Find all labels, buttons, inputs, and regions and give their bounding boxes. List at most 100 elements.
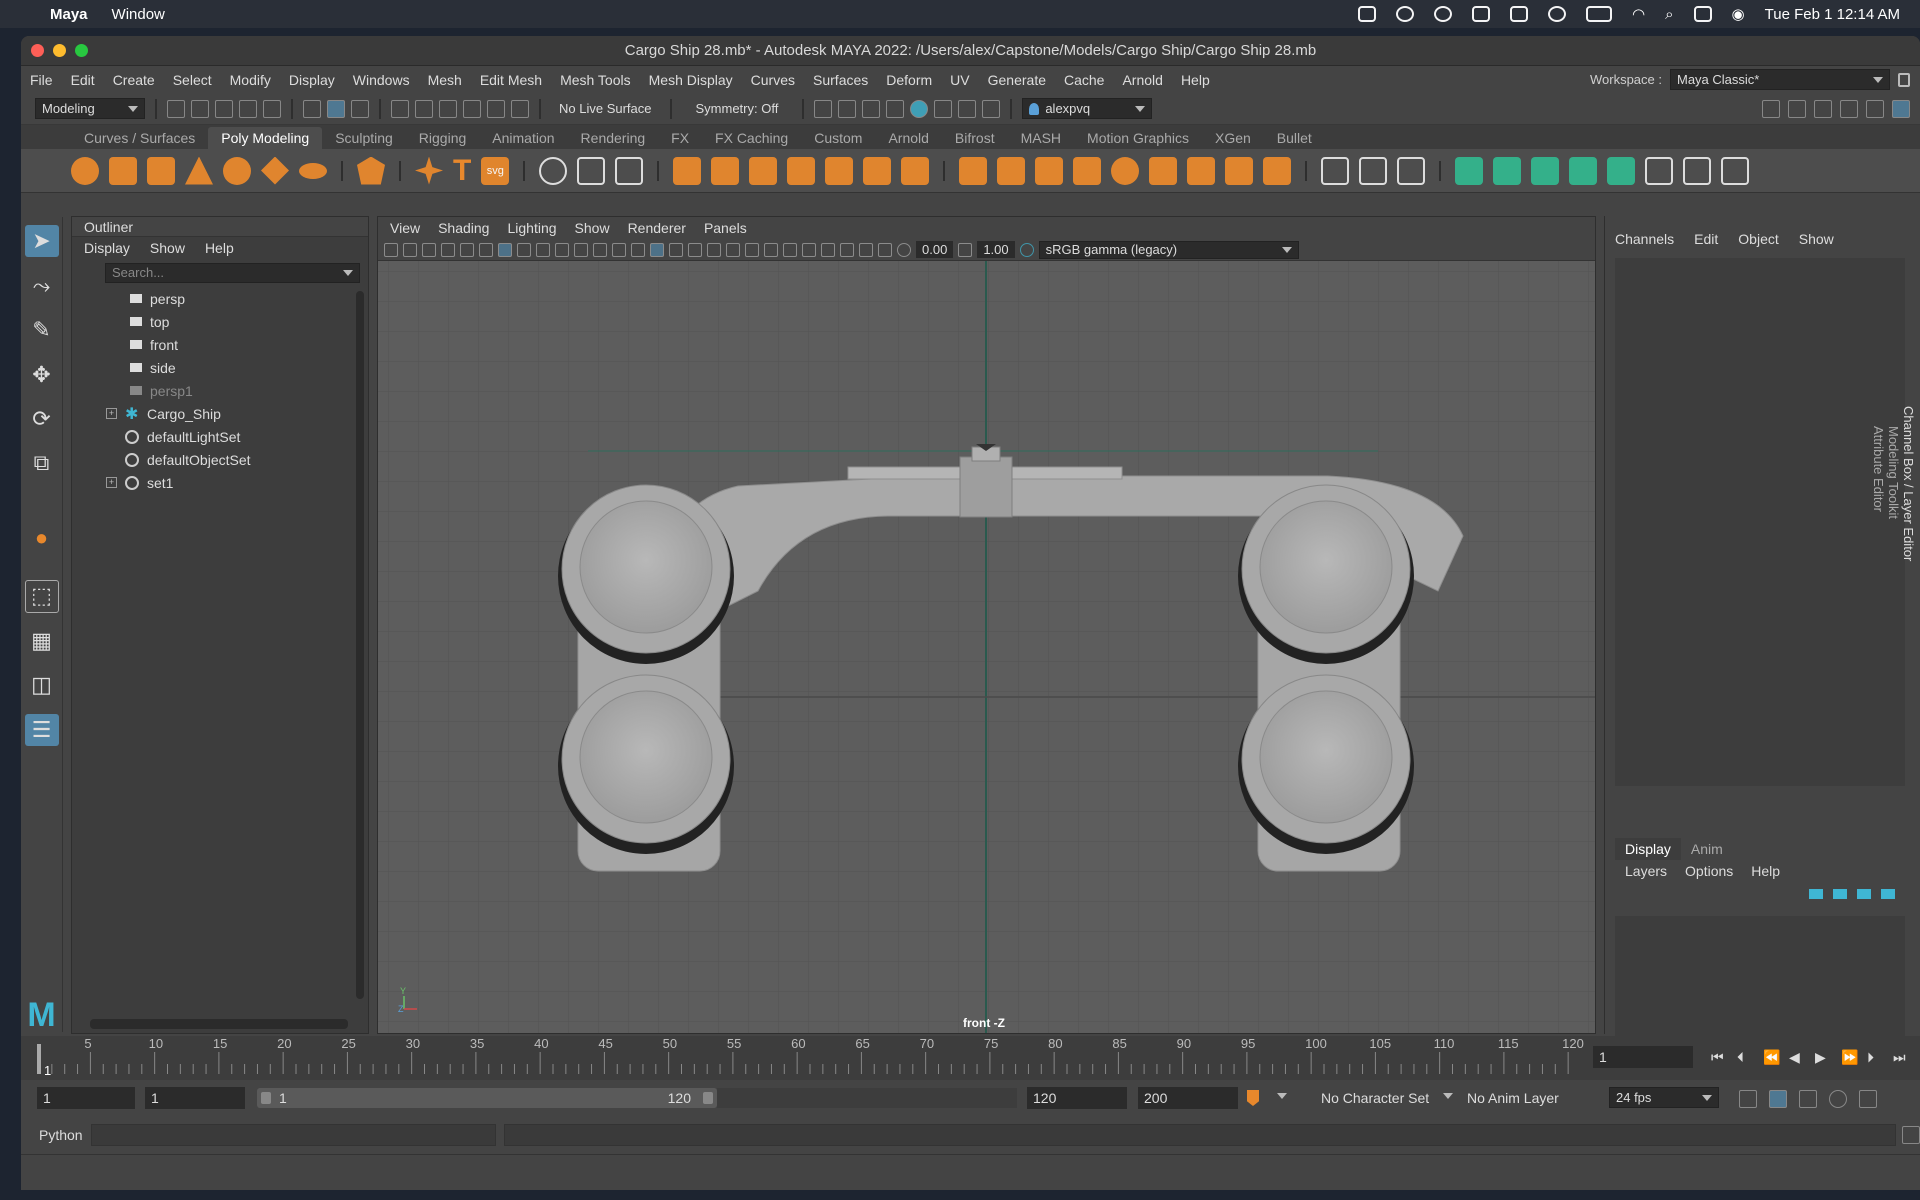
paint-select-icon[interactable]: ✎ <box>25 314 59 346</box>
snap-point-icon[interactable] <box>439 99 457 118</box>
play-forward-icon[interactable]: ▶ <box>1815 1049 1829 1065</box>
shelf-tab-mash[interactable]: MASH <box>1008 127 1074 149</box>
sound-icon[interactable] <box>1799 1090 1817 1108</box>
step-back-key-icon[interactable]: ⏪ <box>1763 1049 1780 1065</box>
playback-start-field[interactable]: 1 <box>145 1087 245 1109</box>
render-settings-icon[interactable] <box>886 99 905 118</box>
ipr-render-icon[interactable] <box>862 99 881 118</box>
animation-end-field[interactable]: 200 <box>1138 1087 1238 1109</box>
textured-icon[interactable] <box>688 242 702 257</box>
bridge-icon[interactable] <box>997 156 1026 185</box>
extrude-icon[interactable] <box>959 156 988 185</box>
fps-dropdown[interactable]: 24 fps <box>1609 1087 1719 1108</box>
step-forward-frame-icon[interactable]: ⏵ <box>1867 1049 1881 1065</box>
step-forward-key-icon[interactable]: ⏩ <box>1841 1049 1858 1065</box>
xray-active-icon[interactable] <box>859 242 873 257</box>
open-scene-icon[interactable] <box>191 99 209 118</box>
outliner-node-side[interactable]: side <box>106 356 368 379</box>
outliner-vertical-scrollbar[interactable] <box>356 291 364 999</box>
poly-torus-icon[interactable] <box>223 156 251 185</box>
range-slider-start-handle[interactable] <box>261 1092 271 1104</box>
uv-planar-icon[interactable] <box>1455 156 1484 185</box>
chevron-down-icon[interactable] <box>343 270 353 276</box>
poly-cube-icon[interactable] <box>109 156 137 185</box>
grease-pencil-icon[interactable] <box>479 242 493 257</box>
image-plane-icon[interactable] <box>441 242 455 257</box>
layer-menu-layers[interactable]: Layers <box>1625 863 1667 879</box>
super-shape-icon[interactable] <box>415 156 443 185</box>
menu-mesh[interactable]: Mesh <box>419 72 471 88</box>
outliner-node-front[interactable]: front <box>106 333 368 356</box>
side-tab-channel-box[interactable]: Channel Box / Layer Editor <box>1901 406 1916 561</box>
xray-joints-icon[interactable] <box>878 242 892 257</box>
arnold-ipr-icon[interactable] <box>958 99 977 118</box>
menu-deform[interactable]: Deform <box>877 72 941 88</box>
anim-settings-icon[interactable] <box>1859 1090 1877 1108</box>
poly-disc-icon[interactable] <box>299 162 327 179</box>
menu-set-dropdown[interactable]: Modeling <box>35 98 145 119</box>
viewport-canvas[interactable]: Y Z front -Z <box>378 261 1596 1034</box>
attribute-editor-icon[interactable] <box>1788 99 1806 118</box>
uv-cylindrical-icon[interactable] <box>1493 156 1522 185</box>
safe-title-icon[interactable] <box>612 242 626 257</box>
current-time-field[interactable]: 1 <box>1593 1046 1693 1068</box>
play-icon[interactable] <box>1548 6 1567 22</box>
wireframe-on-shaded-icon[interactable] <box>669 242 683 257</box>
menu-mesh-tools[interactable]: Mesh Tools <box>551 72 640 88</box>
gamma-icon[interactable] <box>958 242 973 257</box>
new-scene-icon[interactable] <box>167 99 185 118</box>
select-component-icon[interactable] <box>351 99 369 118</box>
uv-camera-icon[interactable] <box>1607 156 1636 185</box>
pivot-icon[interactable] <box>539 156 568 185</box>
tool-settings-icon[interactable] <box>1814 99 1832 118</box>
fill-hole-icon[interactable] <box>1111 156 1140 185</box>
outliner-menu-display[interactable]: Display <box>84 240 130 256</box>
layer-menu-options[interactable]: Options <box>1685 863 1733 879</box>
command-language-label[interactable]: Python <box>21 1127 91 1143</box>
camera-attributes-icon[interactable] <box>403 242 417 257</box>
channel-box-toggle-icon[interactable] <box>1840 99 1858 118</box>
shelf-tab-fx[interactable]: FX <box>658 127 702 149</box>
app-menu[interactable]: Maya <box>38 6 100 23</box>
outliner-layout-icon[interactable]: ☰ <box>24 713 59 747</box>
move-layer-down-icon[interactable] <box>1833 889 1847 899</box>
snap-curve-icon[interactable] <box>415 99 433 118</box>
pause-icon[interactable] <box>982 99 1001 118</box>
freeze-transform-icon[interactable] <box>615 156 644 185</box>
new-layer-icon[interactable] <box>1857 889 1871 899</box>
character-set-field[interactable]: No Character Set <box>1321 1090 1429 1106</box>
film-gate-icon[interactable] <box>517 242 531 257</box>
outliner-node-default-object-set[interactable]: defaultObjectSet <box>106 448 368 471</box>
screen-space-ao-icon[interactable] <box>745 242 759 257</box>
view-transform-dropdown[interactable]: sRGB gamma (legacy) <box>1038 240 1299 259</box>
wedge-icon[interactable] <box>1187 156 1216 185</box>
anti-aliasing-icon[interactable] <box>783 242 797 257</box>
collapse-icon[interactable] <box>1263 156 1292 185</box>
target-weld-icon[interactable] <box>1359 156 1388 185</box>
shelf-tab-xgen[interactable]: XGen <box>1202 127 1264 149</box>
resolution-gate-icon[interactable] <box>536 242 550 257</box>
outliner-node-persp[interactable]: persp <box>106 287 368 310</box>
animation-preferences-icon[interactable] <box>1829 1090 1847 1108</box>
combine-icon[interactable] <box>673 156 702 185</box>
shelf-tab-curves-surfaces[interactable]: Curves / Surfaces <box>71 127 208 149</box>
siri-icon[interactable]: ◉ <box>1732 5 1745 23</box>
wireframe-icon[interactable] <box>631 242 645 257</box>
viewport-menu-shading[interactable]: Shading <box>438 220 489 236</box>
shelf-tab-bifrost[interactable]: Bifrost <box>942 127 1008 149</box>
depth-of-field-icon[interactable] <box>802 242 816 257</box>
shelf-tab-rendering[interactable]: Rendering <box>568 127 659 149</box>
bevel-icon[interactable] <box>1035 156 1064 185</box>
snap-view-icon[interactable] <box>463 99 481 118</box>
shelf-tab-sculpting[interactable]: Sculpting <box>322 127 406 149</box>
viewport-menu-lighting[interactable]: Lighting <box>507 220 556 236</box>
creative-cloud-icon[interactable] <box>1396 6 1415 22</box>
type-icon[interactable]: T <box>453 154 471 188</box>
outliner-node-default-light-set[interactable]: defaultLightSet <box>106 425 368 448</box>
select-hierarchy-icon[interactable] <box>303 99 321 118</box>
four-pane-icon[interactable]: ▦ <box>25 625 59 657</box>
boolean-difference-icon[interactable] <box>901 156 930 185</box>
move-layer-up-icon[interactable] <box>1809 889 1823 899</box>
save-scene-icon[interactable] <box>215 99 233 118</box>
render-sequence-icon[interactable] <box>838 99 857 118</box>
